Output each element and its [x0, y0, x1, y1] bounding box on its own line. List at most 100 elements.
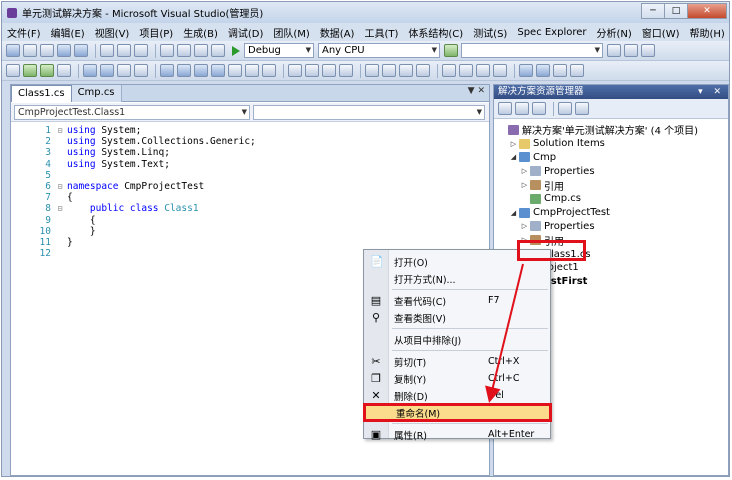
menu-item[interactable]: 工具(T): [359, 25, 403, 40]
fold-toggle-icon[interactable]: [55, 136, 65, 147]
tree-node[interactable]: ▷ Properties: [494, 164, 728, 178]
menu-item[interactable]: 生成(B): [178, 25, 223, 40]
context-menu-item[interactable]: ⚲ 查看类图(V): [364, 309, 550, 326]
align-bottom-icon[interactable]: [262, 64, 276, 77]
cut-icon[interactable]: [100, 44, 114, 57]
code-area[interactable]: 1 ⊟ using System; 2 using System.Collections…: [11, 125, 489, 259]
decrease-spacing-icon[interactable]: [399, 64, 413, 77]
horizontal-spacing-icon[interactable]: [365, 64, 379, 77]
layout-icon[interactable]: [160, 64, 174, 77]
type-dropdown[interactable]: CmpProjectTest.Class1 ▼: [14, 104, 250, 120]
size-to-grid-icon[interactable]: [339, 64, 353, 77]
code-line[interactable]: 11}: [11, 237, 489, 248]
fold-toggle-icon[interactable]: [55, 170, 65, 181]
menu-item[interactable]: 文件(F): [2, 25, 46, 40]
maximize-button[interactable]: □: [664, 3, 688, 19]
tree-node[interactable]: ◢ Cmp: [494, 151, 728, 165]
fold-toggle-icon[interactable]: ⊟: [55, 203, 65, 214]
code-line[interactable]: 6 ⊟ namespace CmpProjectTest: [11, 181, 489, 192]
expand-toggle-icon[interactable]: ◢: [509, 209, 518, 217]
open-file-icon[interactable]: [40, 44, 54, 57]
run-tests-icon[interactable]: [23, 64, 37, 77]
navigate-back-icon[interactable]: [194, 44, 208, 57]
redo-icon[interactable]: [177, 44, 191, 57]
code-line[interactable]: 9 {: [11, 215, 489, 226]
menu-item[interactable]: 窗口(W): [637, 25, 685, 40]
menu-item[interactable]: 分析(N): [592, 25, 637, 40]
fold-toggle-icon[interactable]: [55, 226, 65, 237]
menu-item[interactable]: 调试(D): [223, 25, 269, 40]
solution-configuration-select[interactable]: Debug ▼: [244, 43, 314, 58]
menu-item[interactable]: 视图(V): [90, 25, 135, 40]
expand-toggle-icon[interactable]: ▷: [520, 181, 529, 189]
minimize-button[interactable]: ─: [641, 3, 665, 19]
expand-toggle-icon[interactable]: ▷: [520, 167, 529, 175]
make-same-size-icon[interactable]: [322, 64, 336, 77]
start-debugging-icon[interactable]: [232, 45, 240, 56]
code-line[interactable]: 3 using System.Linq;: [11, 147, 489, 158]
code-line[interactable]: 4 using System.Text;: [11, 159, 489, 170]
decrease-vertical-spacing-icon[interactable]: [476, 64, 490, 77]
menu-item[interactable]: 编辑(E): [46, 25, 90, 40]
find-in-files-icon[interactable]: [444, 44, 458, 57]
fold-toggle-icon[interactable]: [55, 147, 65, 158]
tree-node[interactable]: 解决方案'单元测试解决方案' (4 个项目): [494, 123, 728, 137]
member-dropdown[interactable]: ▼: [253, 104, 485, 120]
code-line[interactable]: 5: [11, 170, 489, 181]
context-menu-item[interactable]: 从项目中排除(J): [364, 331, 550, 348]
code-line[interactable]: 7{: [11, 192, 489, 203]
expand-toggle-icon[interactable]: ◢: [509, 153, 518, 161]
solution-platform-select[interactable]: Any CPU ▼: [318, 43, 440, 58]
fold-toggle-icon[interactable]: [55, 192, 65, 203]
align-top-icon[interactable]: [228, 64, 242, 77]
tab-controls[interactable]: ▼ ✕: [468, 86, 485, 96]
save-icon[interactable]: [57, 44, 71, 57]
vertical-spacing-icon[interactable]: [442, 64, 456, 77]
tree-node[interactable]: Cmp.cs: [494, 192, 728, 206]
increase-vertical-spacing-icon[interactable]: [459, 64, 473, 77]
properties-icon[interactable]: [498, 102, 512, 115]
tree-node[interactable]: ▷ Solution Items: [494, 137, 728, 151]
fold-toggle-icon[interactable]: ⊟: [55, 125, 65, 136]
add-item-icon[interactable]: [23, 44, 37, 57]
context-menu-item[interactable]: ✕ 删除(D) Del: [364, 387, 550, 404]
tree-node[interactable]: ◢ CmpProjectTest: [494, 206, 728, 220]
tab-class1-cs[interactable]: Class1.cs: [11, 85, 72, 102]
fold-toggle-icon[interactable]: [55, 237, 65, 248]
code-line[interactable]: 1 ⊟ using System;: [11, 125, 489, 136]
new-project-icon[interactable]: [6, 44, 20, 57]
navigate-forward-icon[interactable]: [211, 44, 225, 57]
tree-node[interactable]: ▷ Properties: [494, 220, 728, 234]
center-horizontally-icon[interactable]: [519, 64, 533, 77]
test-view-icon[interactable]: [100, 64, 114, 77]
properties-window-icon[interactable]: [624, 44, 638, 57]
make-same-width-icon[interactable]: [288, 64, 302, 77]
context-menu-item[interactable]: ✂ 剪切(T) Ctrl+X: [364, 353, 550, 370]
test-settings-icon[interactable]: [134, 64, 148, 77]
paste-icon[interactable]: [134, 44, 148, 57]
panel-controls[interactable]: ▾ ✕: [698, 85, 725, 99]
align-right-icon[interactable]: [211, 64, 225, 77]
toolbar-grip-icon[interactable]: [6, 64, 20, 77]
menu-item[interactable]: 体系结构(C): [403, 25, 468, 40]
center-vertically-icon[interactable]: [536, 64, 550, 77]
tab-cmp-cs[interactable]: Cmp.cs: [71, 85, 122, 102]
menu-item[interactable]: 数据(A): [315, 25, 360, 40]
copy-icon[interactable]: [117, 44, 131, 57]
code-coverage-icon[interactable]: [117, 64, 131, 77]
remove-vertical-spacing-icon[interactable]: [493, 64, 507, 77]
context-menu-item[interactable]: 打开方式(N)...: [364, 270, 550, 287]
solution-explorer-icon[interactable]: [607, 44, 621, 57]
toolbox-icon[interactable]: [641, 44, 655, 57]
expand-toggle-icon[interactable]: ▷: [520, 222, 529, 230]
context-menu-item[interactable]: ▣ 属性(R) Alt+Enter: [364, 426, 550, 443]
bring-to-front-icon[interactable]: [553, 64, 567, 77]
close-button[interactable]: ✕: [687, 3, 727, 19]
remove-spacing-icon[interactable]: [416, 64, 430, 77]
context-menu-item[interactable]: ▤ 查看代码(C) F7: [364, 292, 550, 309]
fold-toggle-icon[interactable]: [55, 159, 65, 170]
align-left-icon[interactable]: [177, 64, 191, 77]
fold-toggle-icon[interactable]: [55, 215, 65, 226]
search-icon[interactable]: [575, 102, 589, 115]
code-line[interactable]: 10 }: [11, 226, 489, 237]
